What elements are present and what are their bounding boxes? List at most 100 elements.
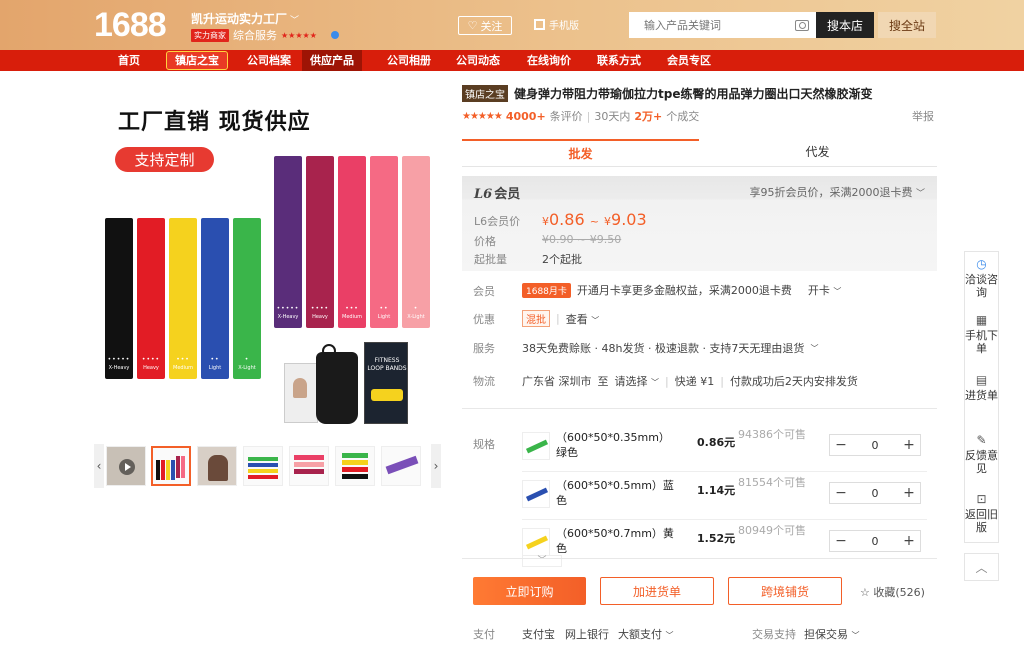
carry-pouch xyxy=(316,344,358,424)
main-product-image[interactable]: 工厂直销 现货供应 支持定制 ••••• X-Heavy •••• Heavy ••… xyxy=(94,90,444,435)
nav-news[interactable]: 公司动态 xyxy=(456,50,500,71)
sku-label: 规格 xyxy=(473,438,495,451)
tab-dropship[interactable]: 代发 xyxy=(699,139,936,167)
quantity-input[interactable]: 0 xyxy=(855,439,895,452)
follow-button[interactable]: ♡ 关注 xyxy=(458,16,512,35)
favorite-button[interactable]: ☆ 收藏(526) xyxy=(860,584,925,600)
sku-row: （600*50*0.5mm）蓝色 1.14元 81554个可售 − 0 + xyxy=(522,472,927,520)
back-to-top-button[interactable]: ︿ xyxy=(964,553,999,581)
chevron-down-icon[interactable]: ﹀ xyxy=(290,16,299,26)
sku-row: （600*50*0.35mm）绿色 0.86元 94386个可售 − 0 + xyxy=(522,424,927,472)
camera-icon[interactable] xyxy=(795,19,809,31)
sku-price: 0.86元 xyxy=(697,436,736,449)
quantity-input[interactable]: 0 xyxy=(855,487,895,500)
member-level: L6 会员 xyxy=(474,187,521,202)
plus-button[interactable]: + xyxy=(898,437,920,453)
original-price-label: 价格 xyxy=(474,235,496,248)
moq-label: 起批量 xyxy=(474,253,507,266)
sku-name: （600*50*0.35mm）绿色 xyxy=(556,431,670,459)
service-row-label: 服务 xyxy=(473,342,495,355)
wangwang-icon[interactable] xyxy=(330,31,339,39)
sku-thumbnail[interactable] xyxy=(522,480,550,508)
destination-select[interactable]: 请选择 ﹀ xyxy=(615,373,660,389)
sku-price: 1.14元 xyxy=(697,484,736,497)
service-row[interactable]: 38天免费赊账 · 48h发货 · 极速退款 · 支持7天无理由退货 ﹀ xyxy=(522,340,818,356)
plus-button[interactable]: + xyxy=(898,533,920,549)
band-green: • X-Light xyxy=(233,218,261,379)
thumb-prev-button[interactable]: ‹ xyxy=(94,444,104,488)
thumbnail-model[interactable] xyxy=(197,446,237,486)
chevron-down-icon: ﹀ xyxy=(591,315,600,325)
thumbnail-pink-set[interactable] xyxy=(289,446,329,486)
sku-name: （600*50*0.5mm）蓝色 xyxy=(556,479,674,507)
cross-border-button[interactable]: 跨境铺货 xyxy=(728,577,842,605)
sku-expand-button[interactable]: ﹀ xyxy=(522,555,562,567)
nav-home[interactable]: 首页 xyxy=(118,50,140,71)
nav-members[interactable]: 会员专区 xyxy=(667,50,711,71)
heart-icon: ♡ xyxy=(467,19,478,32)
discount-view-link[interactable]: 查看 ﹀ xyxy=(566,311,600,327)
thumb-next-button[interactable]: › xyxy=(431,444,441,488)
sidebar-cart[interactable]: ▤ 进货单 xyxy=(965,374,998,403)
sidebar-consult[interactable]: ◷ 洽谈咨询 xyxy=(965,258,998,300)
purchase-tabs: 批发 代发 xyxy=(462,139,937,167)
search-input[interactable] xyxy=(644,18,784,32)
image-headline: 工厂直销 现货供应 xyxy=(118,110,311,135)
site-logo[interactable]: 1688 xyxy=(94,6,167,45)
open-card-link[interactable]: 开卡 ﹀ xyxy=(808,282,842,298)
nav-company-profile[interactable]: 公司档案 xyxy=(247,50,291,71)
service-stars: ★★★★★ xyxy=(281,30,317,40)
search-all-button[interactable]: 搜全站 xyxy=(878,12,936,38)
buy-now-button[interactable]: 立即订购 xyxy=(473,577,586,605)
sku-thumbnail[interactable] xyxy=(522,528,550,556)
payment-large[interactable]: 大额支付 ﹀ xyxy=(618,626,674,642)
thumbnail-purple[interactable] xyxy=(381,446,421,486)
review-count[interactable]: 4000+ xyxy=(506,110,546,123)
add-to-cart-button[interactable]: 加进货单 xyxy=(600,577,714,605)
sidebar-mobile-order[interactable]: ▦ 手机下单 xyxy=(965,313,998,356)
treasure-tag: 镇店之宝 xyxy=(462,85,508,102)
rating-row: ★★★★★ 4000+ 条评价 | 30天内 2万+ 个成交 xyxy=(462,109,700,124)
search-shop-button[interactable]: 搜本店 xyxy=(816,12,874,38)
top-header: 1688 凯升运动实力工厂﹀ 实力商家 综合服务 ★★★★★ ♡关注 手机版 搜… xyxy=(0,0,1024,50)
thumbnail-selected[interactable] xyxy=(151,446,191,486)
minus-button[interactable]: − xyxy=(830,437,852,453)
thumbnail-video[interactable] xyxy=(106,446,146,486)
thumbnail-colors[interactable] xyxy=(243,446,283,486)
quantity-input[interactable]: 0 xyxy=(855,535,895,548)
sidebar-feedback[interactable]: ✎ 反馈意见 xyxy=(965,433,998,476)
thumbnail-stack[interactable] xyxy=(335,446,375,486)
minus-button[interactable]: − xyxy=(830,485,852,501)
tab-wholesale[interactable]: 批发 xyxy=(462,139,699,167)
sku-stock: 80949个可售 xyxy=(738,524,806,537)
member-discount[interactable]: 享95折会员价，采满2000退卡费 ﹀ xyxy=(749,184,925,200)
discount-row-label: 优惠 xyxy=(473,313,495,326)
band-black: ••••• X-Heavy xyxy=(105,218,133,379)
nav-treasure[interactable]: 镇店之宝 xyxy=(166,51,228,70)
sku-thumbnail[interactable] xyxy=(522,432,550,460)
chevron-up-icon: ︿ xyxy=(975,560,988,575)
long-band-purple: ••••• X-Heavy xyxy=(274,156,302,328)
minus-button[interactable]: − xyxy=(830,533,852,549)
chevron-down-icon: ﹀ xyxy=(833,287,842,296)
shop-name[interactable]: 凯升运动实力工厂 ﹀ xyxy=(191,10,299,27)
plus-button[interactable]: + xyxy=(898,485,920,501)
thumbnail-strip: ‹ › xyxy=(94,444,444,488)
mobile-link[interactable]: 手机版 xyxy=(534,17,579,32)
sku-stock: 81554个可售 xyxy=(738,476,806,489)
qr-icon: ▦ xyxy=(975,313,988,327)
floating-sidebar: ◷ 洽谈咨询 ▦ 手机下单 ▤ 进货单 ✎ 反馈意见 ⊡ 返回旧版 xyxy=(964,251,999,543)
edit-icon: ✎ xyxy=(976,433,987,447)
trade-support-value[interactable]: 担保交易 ﹀ xyxy=(804,626,860,642)
nav-contact[interactable]: 联系方式 xyxy=(597,50,641,71)
sidebar-old-version[interactable]: ⊡ 返回旧版 xyxy=(965,493,998,535)
star-icon: ☆ xyxy=(860,586,870,599)
quantity-stepper: − 0 + xyxy=(829,434,921,456)
nav-inquiry[interactable]: 在线询价 xyxy=(527,50,571,71)
nav-album[interactable]: 公司相册 xyxy=(387,50,431,71)
price-box: L6 会员 享95折会员价，采满2000退卡费 ﹀ L6会员价 ¥0.86 ~ ¥… xyxy=(462,176,937,271)
report-link[interactable]: 举报 xyxy=(912,108,934,124)
nav-products[interactable]: 供应产品 xyxy=(302,50,362,71)
mixed-batch-tag: 混批 xyxy=(522,310,550,327)
band-blue: •• Light xyxy=(201,218,229,379)
